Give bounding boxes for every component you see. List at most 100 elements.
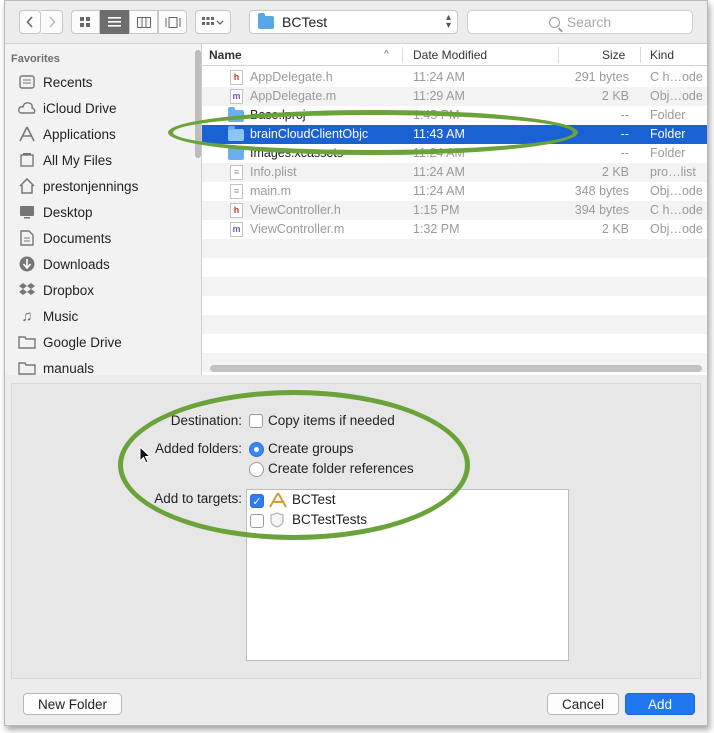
sidebar-item-icloud-drive[interactable]: iCloud Drive (5, 95, 195, 121)
applications-icon (18, 125, 36, 143)
sidebar-item-google-drive[interactable]: Google Drive (5, 329, 195, 355)
sidebar-item-recents[interactable]: Recents (5, 69, 195, 95)
grid-icon (80, 16, 90, 27)
file-list: Name ^ Date Modified Size Kind h AppDele… (201, 43, 707, 375)
target-name: BCTest (292, 492, 336, 507)
create-groups-radio[interactable] (249, 442, 264, 457)
column-header-name[interactable]: Name (209, 48, 242, 62)
row-name: brainCloudClientObjc (250, 127, 369, 141)
row-date: 1:32 PM (413, 222, 460, 236)
table-row[interactable]: m ViewController.m 1:32 PM 2 KB Obj…ode (202, 220, 707, 239)
sidebar-item-label: Documents (43, 230, 112, 246)
header-file-icon: h (230, 203, 243, 218)
test-target-icon (269, 512, 285, 531)
sidebar-item-applications[interactable]: Applications (5, 121, 195, 147)
clock-icon (18, 73, 36, 91)
folder-icon (18, 333, 36, 351)
table-row[interactable]: m AppDelegate.m 11:29 AM 2 KB Obj…ode (202, 87, 707, 106)
sidebar-item-desktop[interactable]: Desktop (5, 199, 195, 225)
sidebar-item-dropbox[interactable]: Dropbox (5, 277, 195, 303)
new-folder-button[interactable]: New Folder (23, 693, 122, 715)
toolbar: BCTest ▴ ▾ Search (5, 1, 707, 43)
row-name: Base.lproj (250, 108, 306, 122)
implementation-file-icon: m (230, 222, 243, 237)
downloads-icon (18, 255, 36, 273)
table-row[interactable]: h ViewController.h 1:15 PM 394 bytes C h… (202, 201, 707, 220)
row-kind: Obj…ode (650, 184, 703, 198)
sidebar-item-all-my-files[interactable]: All My Files (5, 147, 195, 173)
plist-file-icon: ≡ (230, 165, 243, 180)
add-to-targets-label: Add to targets: (154, 491, 242, 506)
create-folder-references-radio[interactable] (249, 462, 264, 477)
table-row[interactable]: ≡ main.m 11:24 AM 348 bytes Obj…ode (202, 182, 707, 201)
column-header-size[interactable]: Size (602, 48, 625, 62)
destination-label: Destination: (170, 413, 242, 428)
empty-row (202, 239, 707, 258)
row-size: 2 KB (601, 165, 629, 179)
all-files-icon (18, 151, 36, 169)
row-kind: pro…list (650, 165, 696, 179)
target-checkbox-bctesttests[interactable] (250, 514, 264, 528)
horizontal-scrollbar[interactable] (210, 365, 702, 372)
row-size: 394 bytes (574, 203, 629, 217)
copy-items-label: Copy items if needed (268, 413, 395, 428)
path-popup[interactable]: BCTest ▴ ▾ (249, 10, 458, 34)
folder-icon (228, 107, 244, 122)
sidebar-item-label: Recents (43, 74, 93, 90)
add-button[interactable]: Add (625, 693, 695, 715)
row-kind: Obj…ode (650, 222, 703, 236)
sidebar-item-label: Applications (43, 126, 116, 142)
sidebar-item-manuals[interactable]: manuals (5, 355, 195, 375)
icon-view-button[interactable] (71, 10, 100, 34)
target-checkbox-bctest[interactable]: ✓ (250, 494, 264, 508)
folder-icon (228, 126, 244, 141)
arrange-menu-button[interactable] (195, 10, 231, 34)
sidebar-item-label: prestonjennings (43, 178, 139, 194)
empty-row (202, 277, 707, 296)
sidebar-section-title: Favorites (11, 53, 60, 65)
table-row[interactable]: ≡ Info.plist 11:24 AM 2 KB pro…list (202, 163, 707, 182)
sidebar-item-label: Google Drive (43, 334, 122, 350)
sidebar: Favorites Recents iCloud Drive Applicati… (5, 43, 201, 375)
table-row[interactable]: h AppDelegate.h 11:24 AM 291 bytes C h…o… (202, 68, 707, 87)
back-button[interactable] (19, 10, 41, 34)
sidebar-item-documents[interactable]: Documents (5, 225, 195, 251)
column-header-date[interactable]: Date Modified (413, 48, 487, 62)
sidebar-item-downloads[interactable]: Downloads (5, 251, 195, 277)
list-view-button[interactable] (100, 10, 129, 34)
search-input[interactable]: Search (467, 10, 693, 34)
forward-button[interactable] (41, 10, 63, 34)
sidebar-item-music[interactable]: ♫ Music (5, 303, 195, 329)
row-date: 11:29 AM (413, 89, 465, 103)
row-name: Images.xcassets (250, 146, 344, 160)
row-size: -- (620, 146, 629, 160)
column-view-button[interactable] (129, 10, 158, 34)
add-files-dialog: BCTest ▴ ▾ Search Favorites Recents iClou… (4, 0, 708, 726)
sort-ascending-icon: ^ (384, 49, 389, 60)
cover-flow-icon (165, 16, 180, 28)
row-kind: Folder (650, 146, 686, 160)
row-date: 11:24 AM (413, 165, 465, 179)
implementation-file-icon: m (230, 89, 243, 104)
copy-items-checkbox[interactable] (249, 414, 263, 428)
sidebar-item-label: Dropbox (43, 282, 95, 298)
create-groups-label: Create groups (268, 441, 354, 456)
column-divider (558, 47, 559, 63)
column-header-kind[interactable]: Kind (650, 48, 674, 62)
row-name: main.m (250, 184, 291, 198)
dropbox-icon (18, 281, 36, 299)
row-size: 2 KB (601, 89, 629, 103)
column-divider (640, 47, 641, 63)
sidebar-item-home[interactable]: prestonjennings (5, 173, 195, 199)
table-row[interactable]: Base.lproj 1:45 PM -- Folder (202, 106, 707, 125)
table-row[interactable]: Images.xcassets 11:24 AM -- Folder (202, 144, 707, 163)
cover-flow-button[interactable] (158, 10, 187, 34)
empty-row (202, 258, 707, 277)
cancel-button[interactable]: Cancel (547, 693, 619, 715)
folder-icon (18, 359, 36, 375)
target-name: BCTestTests (292, 512, 368, 527)
row-size: 291 bytes (574, 70, 629, 84)
added-folders-label: Added folders: (154, 441, 242, 456)
desktop-icon (18, 203, 36, 221)
table-row-selected[interactable]: brainCloudClientObjc 11:43 AM -- Folder (202, 125, 707, 144)
